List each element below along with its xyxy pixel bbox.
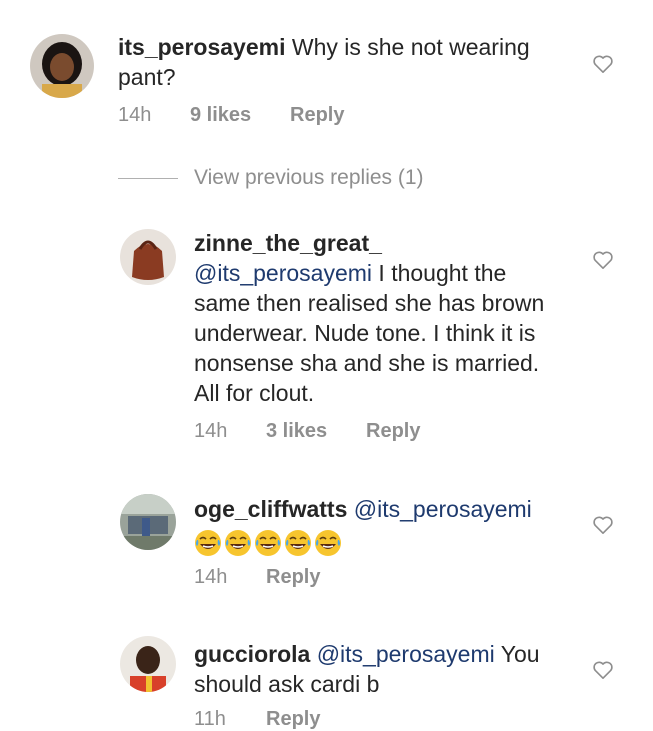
comment-username[interactable]: oge_cliffwatts [194,496,347,522]
heart-icon[interactable] [592,515,614,535]
comment-time: 14h [194,420,228,442]
likes-count[interactable]: 9 likes [190,104,290,127]
face-with-tears-of-joy-icon [254,529,282,557]
comment-username[interactable]: gucciorola [194,641,310,667]
face-with-tears-of-joy-icon [224,529,252,557]
comment-meta: 14h 9 likes Reply [118,104,344,127]
heart-icon[interactable] [592,250,614,270]
divider-line [118,177,178,179]
comment-username[interactable]: zinne_the_great_ [194,228,564,258]
avatar-its-perosayemi[interactable] [30,34,94,98]
mention-link[interactable]: @its_perosayemi [194,260,372,286]
view-previous-replies[interactable]: View previous replies (1) [118,166,424,190]
comment-time: 14h [194,566,228,588]
reply-button[interactable]: Reply [266,566,320,589]
comment-meta: 14h 3 likes Reply [194,420,420,443]
comment-body: gucciorola @its_perosayemi You should as… [194,639,574,699]
reply-button[interactable]: Reply [290,104,344,127]
avatar-oge-cliffwatts[interactable] [120,494,176,550]
view-replies-label[interactable]: View previous replies (1) [194,166,424,190]
emoji-row [194,526,574,557]
heart-icon[interactable] [592,660,614,680]
comment-body: oge_cliffwatts @its_perosayemi [194,494,574,557]
face-with-tears-of-joy-icon [284,529,312,557]
comment-username[interactable]: its_perosayemi [118,34,285,60]
comment-body: its_perosayemi Why is she not wearing pa… [118,32,578,92]
mention-link[interactable]: @its_perosayemi [354,496,532,522]
avatar-zinne-the-great[interactable] [120,229,176,285]
face-with-tears-of-joy-icon [314,529,342,557]
comment-time: 14h [118,104,152,126]
comment-meta: 14h Reply [194,566,320,589]
comment-body: zinne_the_great_ @its_perosayemi I thoug… [194,228,564,408]
likes-count[interactable]: 3 likes [266,420,366,443]
face-with-tears-of-joy-icon [194,529,222,557]
reply-button[interactable]: Reply [366,420,420,443]
avatar-gucciorola[interactable] [120,636,176,692]
heart-icon[interactable] [592,54,614,74]
mention-link[interactable]: @its_perosayemi [317,641,495,667]
